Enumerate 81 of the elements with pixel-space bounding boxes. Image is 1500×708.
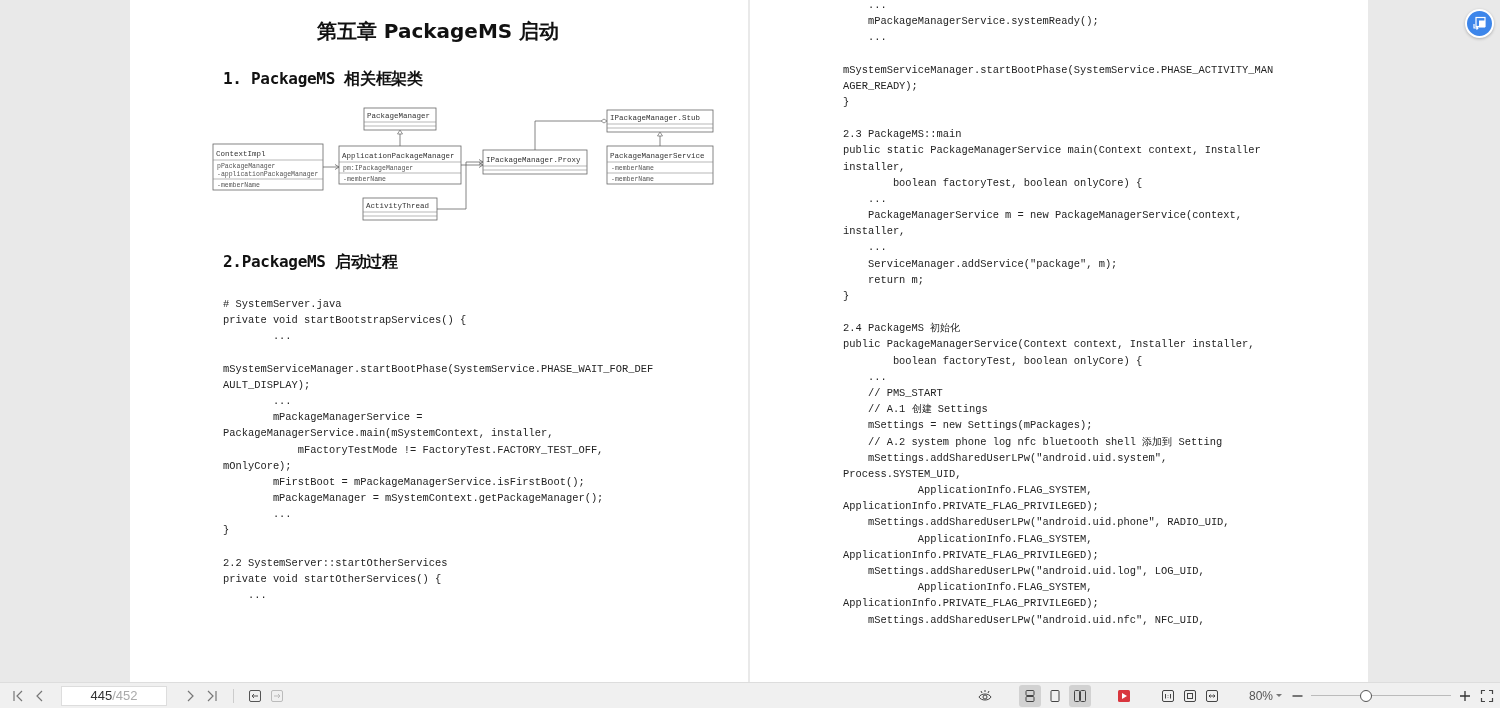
code-line: mSystemServiceManager.startBootPhase(SystemService.PHASE_WAIT_FOR_DEF bbox=[223, 361, 654, 377]
code-line: } bbox=[843, 94, 850, 110]
document-icon bbox=[1472, 16, 1487, 31]
two-page-button[interactable] bbox=[1068, 684, 1091, 707]
code-line: mFirstBoot = mPackageManagerService.isFirstBoot(); bbox=[271, 474, 585, 490]
code-line: 2.4 PackageMS 初始化 bbox=[843, 321, 961, 337]
code-line: ... bbox=[866, 369, 887, 385]
code-line: ServiceManager.addService("package", m); bbox=[866, 256, 1118, 272]
code-line: ApplicationInfo.FLAG_SYSTEM, bbox=[916, 531, 1093, 547]
fit-width-icon bbox=[1204, 688, 1219, 703]
code-line: public PackageManagerService(Context context, Installer installer, bbox=[843, 337, 1255, 353]
code-line: ApplicationInfo.PRIVATE_FLAG_PRIVILEGED); bbox=[843, 596, 1099, 612]
code-line: installer, bbox=[843, 224, 906, 240]
page-number-field[interactable]: 445/452 bbox=[61, 685, 167, 706]
page-icon bbox=[1047, 688, 1062, 703]
code-line: mFactoryTestMode != FactoryTest.FACTORY_TEST_OFF, bbox=[296, 442, 604, 458]
code-line: ... bbox=[271, 507, 292, 523]
section-heading: 2.PackageMS 启动过程 bbox=[223, 252, 399, 273]
code-line: public static PackageManagerService main(Context context, Installer bbox=[843, 143, 1261, 159]
code-line: ... bbox=[866, 30, 887, 46]
code-line: } bbox=[223, 523, 230, 539]
slider-thumb[interactable] bbox=[1360, 689, 1373, 702]
eye-icon bbox=[977, 688, 992, 703]
code-line: ApplicationInfo.FLAG_SYSTEM, bbox=[916, 580, 1093, 596]
fit-page-icon bbox=[1182, 688, 1197, 703]
code-line: mSettings.addSharedUserLPw("android.uid.phone", RADIO_UID, bbox=[866, 515, 1230, 531]
chapter-title: 第五章 PackageMS 启动 bbox=[315, 18, 561, 45]
code-line: } bbox=[843, 289, 850, 304]
code-line: installer, bbox=[843, 159, 906, 175]
code-line: 2.3 PackageMS::main bbox=[843, 127, 962, 143]
code-line: mSettings.addSharedUserLPw("android.uid.system", bbox=[866, 450, 1168, 466]
code-line: ApplicationInfo.FLAG_SYSTEM, bbox=[916, 483, 1093, 499]
code-line: ... bbox=[246, 588, 267, 603]
code-line: mOnlyCore); bbox=[223, 458, 292, 474]
zoom-dropdown[interactable]: 80% bbox=[1244, 688, 1286, 703]
code-line: PackageManagerService m = new PackageManagerService(context, bbox=[866, 208, 1243, 224]
code-line: // A.2 system phone log nfc bluetooth shell 添加到 Setting bbox=[866, 434, 1223, 450]
code-line: # SystemServer.java bbox=[223, 297, 342, 312]
code-line: PackageManagerService.main(mSystemContext, installer, bbox=[223, 426, 554, 442]
code-line: Process.SYSTEM_UID, bbox=[843, 466, 962, 482]
play-icon bbox=[1116, 688, 1131, 703]
code-line: mSettings.addSharedUserLPw("android.uid.nfc", NFC_UID, bbox=[866, 612, 1205, 628]
code-line: ... bbox=[866, 240, 887, 256]
code-line: mSettings.addSharedUserLPw("android.uid.log", LOG_UID, bbox=[866, 564, 1205, 579]
code-line: private void startBootstrapServices() { bbox=[223, 313, 467, 329]
section-heading: 1. PackageMS 相关框架类 bbox=[223, 69, 424, 90]
code-line: mSystemServiceManager.startBootPhase(SystemService.PHASE_ACTIVITY_MAN bbox=[843, 62, 1274, 78]
code-line: private void startOtherServices() { bbox=[223, 571, 442, 587]
code-line: ApplicationInfo.PRIVATE_FLAG_PRIVILEGED); bbox=[843, 499, 1099, 515]
code-line: ApplicationInfo.PRIVATE_FLAG_PRIVILEGED); bbox=[843, 547, 1099, 563]
code-line: ... bbox=[271, 329, 292, 345]
code-line: ... bbox=[866, 191, 887, 207]
fullscreen-icon bbox=[1480, 688, 1494, 703]
inheritance-arrow bbox=[657, 131, 663, 147]
skip-forward-icon bbox=[205, 688, 219, 703]
translate-button[interactable] bbox=[1465, 9, 1494, 38]
code-line: // A.1 创建 Settings bbox=[866, 402, 988, 418]
continuous-scroll-button[interactable] bbox=[1018, 684, 1041, 707]
code-line: 2.2 SystemServer::startOtherServices bbox=[223, 555, 448, 571]
stacked-pages-icon bbox=[1022, 688, 1037, 703]
actual-size-icon bbox=[1160, 688, 1175, 703]
minus-icon bbox=[1291, 694, 1303, 697]
code-line: ... bbox=[271, 393, 292, 409]
code-line: mSettings = new Settings(mPackages); bbox=[866, 418, 1093, 434]
code-line: mPackageManager = mSystemContext.getPackageManager(); bbox=[271, 491, 604, 507]
code-line: return m; bbox=[866, 272, 925, 288]
code-line: mPackageManagerService.systemReady(); bbox=[866, 14, 1099, 30]
arrow-left-icon bbox=[248, 688, 262, 703]
two-pages-icon bbox=[1072, 688, 1087, 703]
code-line: mPackageManagerService = bbox=[271, 410, 423, 426]
code-line: // PMS_START bbox=[866, 385, 943, 401]
code-line: boolean factoryTest, boolean onlyCore) { bbox=[891, 353, 1143, 369]
code-line: AULT_DISPLAY); bbox=[223, 377, 311, 393]
arrow-right-icon bbox=[270, 688, 284, 703]
code-line: AGER_READY); bbox=[843, 78, 918, 94]
association-arrow bbox=[322, 164, 340, 170]
code-line: ... bbox=[866, 0, 887, 13]
skip-back-icon bbox=[11, 688, 25, 703]
plus-icon bbox=[1458, 688, 1472, 703]
code-line: boolean factoryTest, boolean onlyCore) { bbox=[891, 175, 1143, 191]
inheritance-arrow bbox=[397, 129, 403, 147]
